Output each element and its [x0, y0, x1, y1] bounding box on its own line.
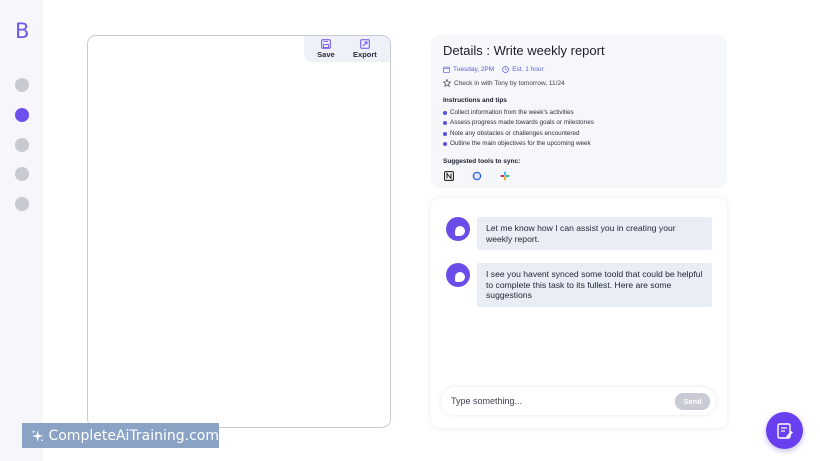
save-label: Save	[317, 50, 335, 59]
task-date: Tuesday, 2PM	[453, 66, 495, 73]
checkin-row: Check in with Tony by tomorrow, 11/24	[443, 79, 715, 87]
chat-input-row: Send	[441, 387, 716, 415]
checkin-text: Check in with Tony by tomorrow, 11/24	[454, 79, 565, 87]
instructions-title: Instructions and tips	[443, 97, 507, 104]
calendar-icon	[443, 66, 450, 73]
nav-item-1[interactable]	[15, 78, 29, 92]
details-panel: Details : Write weekly report Tuesday, 2…	[431, 35, 727, 188]
star-icon	[443, 79, 451, 87]
message-bubble: I see you havent synced some toold that …	[477, 263, 712, 307]
edit-note-icon	[776, 422, 793, 439]
tip-text: Outline the main objectives for the upco…	[450, 139, 591, 147]
edit-note-button[interactable]	[766, 412, 803, 449]
tip-text: Assess progress made towards goals or mi…	[450, 119, 594, 127]
sparkle-icon	[31, 429, 44, 442]
watermark-text: CompleteAiTraining.com	[48, 427, 219, 444]
chat-message: I see you havent synced some toold that …	[446, 263, 712, 307]
export-label: Export	[353, 50, 377, 59]
sidebar: B	[0, 0, 43, 461]
assistant-avatar	[446, 263, 470, 287]
document-canvas[interactable]: Save Export	[87, 35, 391, 428]
bullet-icon	[443, 111, 447, 116]
bullet-icon	[443, 121, 447, 126]
task-estimate: Est. 1 hour	[512, 66, 544, 73]
bullet-icon	[443, 131, 447, 136]
chat-panel: Let me know how I can assist you in crea…	[431, 198, 727, 428]
send-button[interactable]: Send	[675, 392, 710, 410]
details-title: Details : Write weekly report	[443, 43, 605, 58]
export-button[interactable]: Export	[353, 39, 377, 59]
bullet-icon	[443, 142, 447, 147]
tip-item: Outline the main objectives for the upco…	[443, 139, 715, 149]
tools-title: Suggested tools to sync:	[443, 158, 521, 166]
app-logo[interactable]: B	[15, 21, 29, 42]
suggested-tools	[443, 171, 715, 182]
nav-item-5[interactable]	[15, 197, 29, 211]
slack-icon[interactable]	[500, 171, 510, 181]
notion-icon[interactable]	[444, 171, 454, 182]
tip-item: Note any obstacles or challenges encount…	[443, 129, 715, 139]
nav-item-3[interactable]	[15, 138, 29, 152]
nav-item-4[interactable]	[15, 167, 29, 181]
export-icon	[360, 39, 370, 49]
tip-item: Collect information from the week's acti…	[443, 108, 715, 118]
tip-item: Assess progress made towards goals or mi…	[443, 118, 715, 128]
tip-text: Collect information from the week's acti…	[450, 109, 574, 116]
tips-list: Collect information from the week's acti…	[443, 108, 715, 149]
canvas-toolbar: Save Export	[304, 36, 390, 62]
watermark: CompleteAiTraining.com	[22, 423, 219, 448]
tip-text: Note any obstacles or challenges encount…	[450, 129, 580, 137]
nav-item-2[interactable]	[15, 108, 29, 122]
chat-input[interactable]	[451, 396, 675, 406]
message-bubble: Let me know how I can assist you in crea…	[477, 217, 712, 250]
assistant-avatar	[446, 217, 470, 241]
chat-message: Let me know how I can assist you in crea…	[446, 217, 712, 250]
circle-app-icon[interactable]	[472, 171, 482, 181]
task-meta: Tuesday, 2PM Est. 1 hour	[443, 66, 715, 73]
clock-icon	[502, 66, 510, 73]
save-button[interactable]: Save	[317, 39, 335, 59]
save-icon	[321, 39, 331, 49]
